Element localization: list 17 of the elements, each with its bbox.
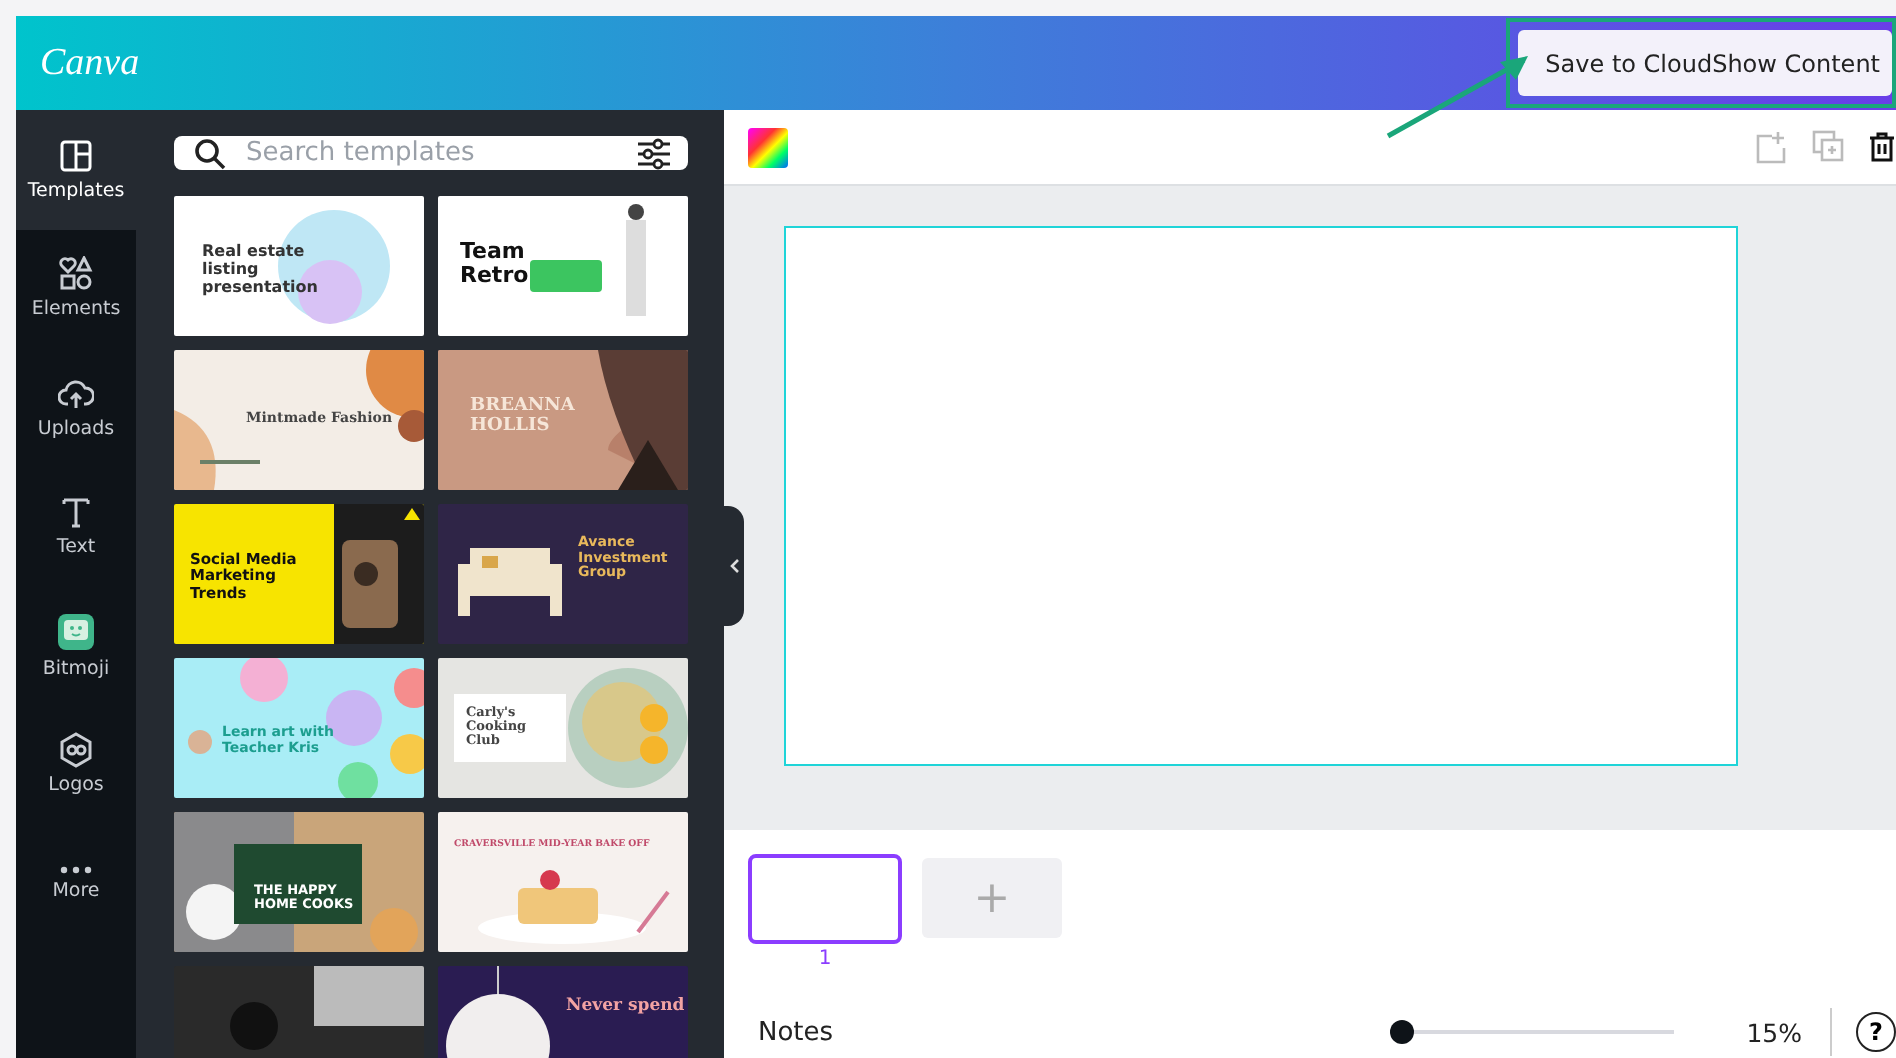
sidebar-tab[interactable]: Bitmoji: [16, 586, 136, 705]
sidebar-tab[interactable]: More: [16, 824, 136, 943]
sidebar-tab[interactable]: Text: [16, 467, 136, 586]
notes-button[interactable]: Notes: [758, 1017, 834, 1047]
sidebar-tab[interactable]: Logos: [16, 705, 136, 824]
sidebar-tab[interactable]: Templates: [16, 110, 136, 229]
template-title: Team Retro: [460, 240, 531, 289]
sidebar-tab[interactable]: Elements: [16, 229, 136, 348]
template-title: Never spend: [566, 998, 686, 1017]
page-number: 1: [818, 948, 832, 970]
template-title: Real estate listing presentation: [202, 244, 320, 297]
save-button[interactable]: Save to CloudShow Content: [1517, 30, 1892, 96]
template-title: BREANNA HOLLIS: [470, 398, 577, 438]
search-field[interactable]: Search templates: [174, 136, 688, 170]
sidebar-tab[interactable]: Uploads: [16, 348, 136, 467]
help-button[interactable]: ?: [1856, 1012, 1896, 1052]
zoom-level: 15%: [1746, 1017, 1802, 1047]
